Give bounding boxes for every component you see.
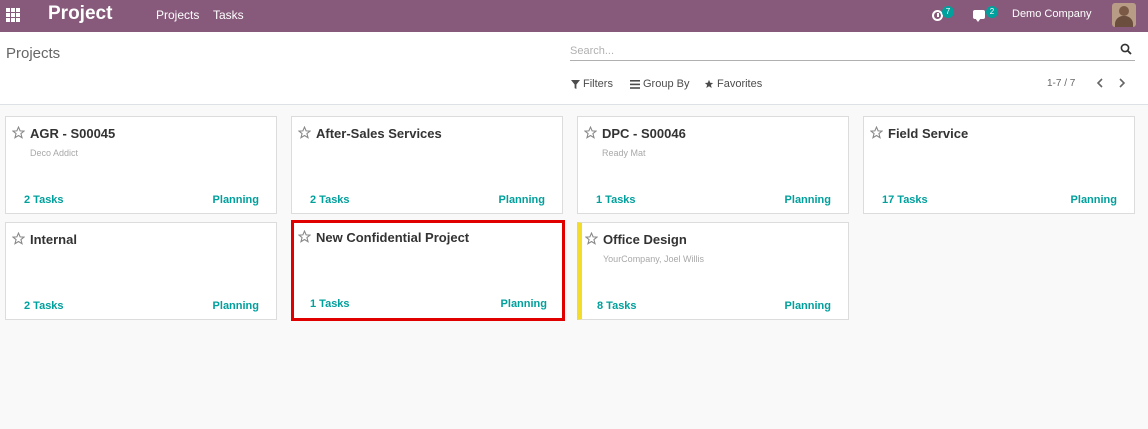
project-name: Field Service — [888, 126, 969, 141]
top-navbar: Project Projects Tasks 7 2 Demo Company — [0, 0, 1148, 32]
planning-link[interactable]: Planning — [213, 300, 259, 312]
favorites-label: Favorites — [717, 78, 763, 90]
company-switcher[interactable]: Demo Company — [1012, 8, 1091, 20]
project-card[interactable]: DPC - S00046 Ready Mat 1 Tasks Planning — [577, 116, 849, 214]
project-customer: Deco Addict — [30, 148, 79, 158]
star-icon[interactable] — [585, 232, 598, 245]
planning-link[interactable]: Planning — [501, 298, 547, 310]
menu-tasks[interactable]: Tasks — [213, 8, 244, 22]
chevron-right-icon[interactable] — [1116, 76, 1128, 90]
project-card[interactable]: AGR - S00045 Deco Addict 2 Tasks Plannin… — [5, 116, 277, 214]
search-icon[interactable] — [1120, 43, 1132, 55]
user-avatar[interactable] — [1112, 3, 1136, 27]
planning-link[interactable]: Planning — [1071, 194, 1117, 206]
tasks-link[interactable]: 1 Tasks — [596, 194, 636, 206]
project-card[interactable]: After-Sales Services 2 Tasks Planning — [291, 116, 563, 214]
group-by-label: Group By — [643, 78, 690, 90]
messages-count-badge: 2 — [986, 6, 998, 18]
project-customer: Ready Mat — [602, 148, 646, 158]
star-icon[interactable] — [870, 126, 883, 139]
filters-label: Filters — [583, 78, 613, 90]
star-icon[interactable] — [298, 230, 311, 243]
tasks-link[interactable]: 17 Tasks — [882, 194, 928, 206]
project-card[interactable]: Office Design YourCompany, Joel Willis 8… — [577, 222, 849, 320]
project-name: New Confidential Project — [316, 230, 470, 245]
favorites-button[interactable]: Favorites — [704, 78, 762, 90]
project-name: After-Sales Services — [316, 126, 442, 141]
star-icon[interactable] — [298, 126, 311, 139]
chevron-left-icon[interactable] — [1094, 76, 1106, 90]
chat-bubble-icon — [973, 10, 985, 22]
project-name: DPC - S00046 — [602, 126, 686, 141]
filters-button[interactable]: Filters — [571, 78, 613, 90]
filter-icon — [571, 79, 580, 89]
planning-link[interactable]: Planning — [785, 194, 831, 206]
star-icon[interactable] — [584, 126, 597, 139]
activity-count-badge: 7 — [942, 6, 954, 18]
activity-button[interactable]: 7 — [932, 6, 956, 26]
app-name: Project — [48, 3, 113, 24]
search-bar — [570, 41, 1135, 61]
group-by-button[interactable]: Group By — [630, 78, 689, 90]
tasks-link[interactable]: 2 Tasks — [24, 300, 64, 312]
project-name: AGR - S00045 — [30, 126, 116, 141]
pager-value[interactable]: 1-7 / 7 — [1047, 78, 1075, 89]
project-card[interactable]: Field Service 17 Tasks Planning — [863, 116, 1135, 214]
tasks-link[interactable]: 8 Tasks — [597, 300, 637, 312]
project-card-highlighted[interactable]: New Confidential Project 1 Tasks Plannin… — [291, 220, 565, 321]
menu-projects[interactable]: Projects — [156, 8, 199, 22]
project-card[interactable]: Internal 2 Tasks Planning — [5, 222, 277, 320]
list-icon — [630, 79, 640, 89]
tasks-link[interactable]: 1 Tasks — [310, 298, 350, 310]
star-icon[interactable] — [12, 232, 25, 245]
control-panel: Projects Filters Group By Favorites 1-7 … — [0, 32, 1148, 105]
apps-menu-icon[interactable] — [6, 8, 20, 22]
tasks-link[interactable]: 2 Tasks — [24, 194, 64, 206]
project-name: Internal — [30, 232, 77, 247]
page-title: Projects — [6, 45, 61, 62]
project-customer: YourCompany, Joel Willis — [603, 254, 705, 264]
star-filled-icon — [704, 79, 714, 88]
planning-link[interactable]: Planning — [499, 194, 545, 206]
planning-link[interactable]: Planning — [785, 300, 831, 312]
tasks-link[interactable]: 2 Tasks — [310, 194, 350, 206]
messages-button[interactable]: 2 — [973, 6, 1001, 26]
search-input[interactable] — [570, 42, 1110, 60]
planning-link[interactable]: Planning — [213, 194, 259, 206]
star-icon[interactable] — [12, 126, 25, 139]
project-name: Office Design — [603, 232, 687, 247]
